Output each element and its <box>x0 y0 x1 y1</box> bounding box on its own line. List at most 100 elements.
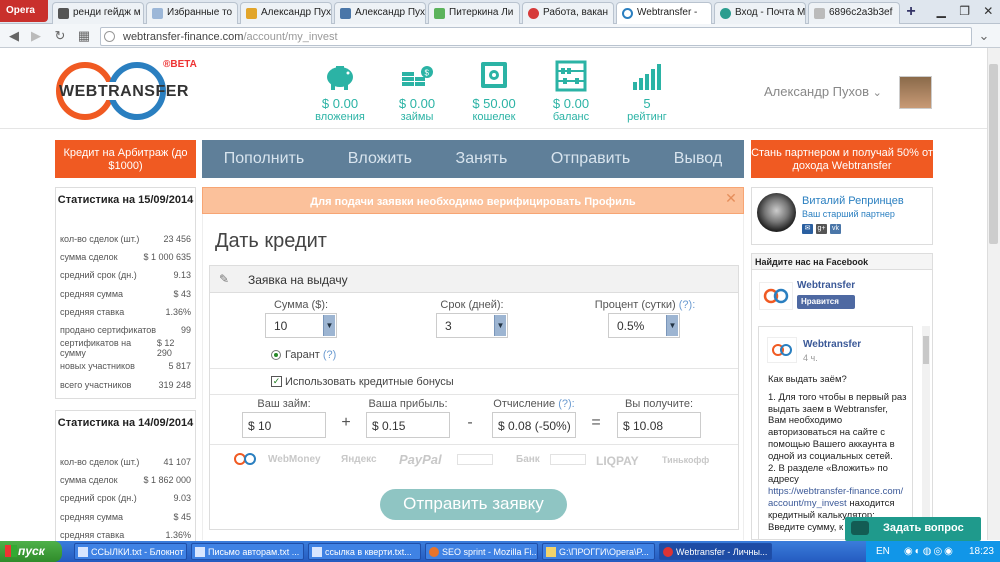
credit-arbitrage-button[interactable]: Кредит на Арбитраж (до $1000) <box>55 140 196 178</box>
page-scrollbar-thumb[interactable] <box>989 64 998 244</box>
stat-rating[interactable]: 5 рейтинг <box>607 60 687 123</box>
fb-like-button[interactable]: Нравится <box>797 295 855 309</box>
browser-tab-active[interactable]: Webtransfer - <box>616 2 712 24</box>
post-author[interactable]: Webtransfer <box>803 339 861 350</box>
browser-tab[interactable]: Избранные то <box>146 2 238 24</box>
guarantee-radio[interactable] <box>271 350 281 360</box>
nav-deposit[interactable]: Пополнить <box>224 150 304 168</box>
sum-label: Сумма ($): <box>273 299 329 311</box>
browser-tab[interactable]: Александр Пух <box>334 2 426 24</box>
close-icon[interactable]: ✕ <box>724 191 738 205</box>
stats-row: средняя сумма $ 45 <box>60 511 191 522</box>
stats-title: Статистика на 14/09/2014 <box>57 417 194 429</box>
nav-send[interactable]: Отправить <box>551 150 630 168</box>
coins-stack-icon: $ <box>399 60 435 92</box>
partner-role: Ваш старший партнер <box>802 209 895 219</box>
profit-field[interactable]: $ 0.15 <box>366 412 450 438</box>
percent-select[interactable]: 0.5% ▼ <box>608 313 680 338</box>
help-link[interactable]: (?) <box>323 349 336 361</box>
address-bar[interactable]: webtransfer-finance.com/account/my_inves… <box>100 27 972 46</box>
abacus-icon <box>553 60 589 92</box>
site-info-icon[interactable] <box>104 31 115 42</box>
taskbar-item[interactable]: ссылка в кверти.txt... <box>308 543 421 560</box>
svg-text:$: $ <box>425 69 430 78</box>
tab-favicon-icon <box>434 8 445 19</box>
bank-logo: Банк <box>516 454 540 465</box>
liqpay-logo: LIQPAY <box>596 454 639 468</box>
stats-row: средний срок (дн.) 9.13 <box>60 270 191 281</box>
receive-field[interactable]: $ 10.08 <box>617 412 701 438</box>
opera-icon <box>663 547 673 557</box>
speed-dial-icon[interactable]: ▦ <box>76 28 92 44</box>
loan-amount-field[interactable]: $ 10 <box>242 412 326 438</box>
partner-name[interactable]: Виталий Репринцев <box>802 195 904 207</box>
header-divider <box>0 128 987 129</box>
dropdown-icon[interactable]: ⌄ <box>976 28 992 44</box>
webtransfer-pay-icon <box>233 452 257 466</box>
bonus-checkbox[interactable]: ✓ <box>271 376 282 387</box>
reload-icon[interactable]: ↻ <box>52 28 68 44</box>
new-tab-button[interactable]: + <box>902 4 920 22</box>
webtransfer-page-icon[interactable] <box>759 282 793 310</box>
deduction-field[interactable]: $ 0.08 (-50%) <box>492 412 576 438</box>
fb-scrollbar-thumb[interactable] <box>923 336 929 364</box>
nav-withdraw[interactable]: Вывод <box>674 150 722 168</box>
post-time[interactable]: 4 ч. <box>803 353 818 363</box>
yandex-logo: Яндекс <box>341 454 377 465</box>
partner-avatar[interactable] <box>757 193 796 232</box>
term-select[interactable]: 3 ▼ <box>436 313 508 338</box>
post-author-avatar-icon[interactable] <box>767 337 797 363</box>
nav-invest[interactable]: Вложить <box>348 150 412 168</box>
stats-row: новых участников 5 817 <box>60 361 191 372</box>
opera-menu-button[interactable]: Opera <box>0 0 48 22</box>
profit-label: Ваша прибыль: <box>368 398 448 410</box>
plus-sign: + <box>341 414 351 431</box>
beta-badge: ®BETA <box>163 59 197 70</box>
vk-icon[interactable]: vk <box>830 224 841 234</box>
browser-tab[interactable]: Вход - Почта М <box>714 2 806 24</box>
maximize-icon[interactable]: ❐ <box>959 4 970 18</box>
windows-logo-icon <box>5 545 17 557</box>
stat-wallet[interactable]: $ 50.00 кошелек <box>454 60 534 123</box>
language-indicator[interactable]: EN <box>876 546 890 557</box>
user-menu[interactable]: Александр Пухов ⌄ <box>764 84 882 99</box>
stat-loans[interactable]: $ $ 0.00 займы <box>377 60 457 123</box>
tray-icons[interactable]: ◉◐◍◎◉ <box>904 546 955 557</box>
tab-favicon-icon <box>58 8 69 19</box>
browser-tab[interactable]: 6896c2a3b3ef <box>808 2 900 24</box>
browser-tab[interactable]: Питеркина Ли <box>428 2 520 24</box>
help-link[interactable]: (?): <box>679 299 696 311</box>
mail-icon[interactable]: ✉ <box>802 224 813 234</box>
minimize-icon[interactable]: ▁ <box>937 4 946 18</box>
stat-balance[interactable]: $ 0.00 баланс <box>531 60 611 123</box>
rating-chart-icon <box>629 60 665 92</box>
stats-block-today: Статистика на 15/09/2014 кол-во сделок (… <box>55 187 196 399</box>
browser-tab[interactable]: Работа, вакан <box>522 2 614 24</box>
main-nav: Пополнить Вложить Занять Отправить Вывод <box>202 140 744 178</box>
google-plus-icon[interactable]: g+ <box>816 224 827 234</box>
fb-page-name[interactable]: Webtransfer <box>797 280 855 291</box>
tab-favicon-icon <box>152 8 163 19</box>
taskbar-item[interactable]: ССЫЛКИ.txt - Блокнот <box>74 543 187 560</box>
browser-tab[interactable]: Александр Пух <box>240 2 332 24</box>
avatar[interactable] <box>899 76 932 109</box>
sum-select[interactable]: 10 ▼ <box>265 313 337 338</box>
help-link[interactable]: (?): <box>558 398 575 410</box>
browser-tab[interactable]: ренди гейдж м <box>52 2 144 24</box>
partner-promo-button[interactable]: Стань партнером и получай 50% от дохода … <box>751 140 933 178</box>
stats-row: средний срок (дн.) 9.03 <box>60 493 191 504</box>
submit-request-button[interactable]: Отправить заявку <box>380 489 567 520</box>
stats-title: Статистика на 15/09/2014 <box>57 194 194 206</box>
stat-deposits[interactable]: $ 0.00 вложения <box>300 60 380 123</box>
verification-alert: Для подачи заявки необходимо верифициров… <box>202 187 744 214</box>
tab-favicon-icon <box>246 8 257 19</box>
close-icon[interactable]: ✕ <box>983 4 993 18</box>
forward-icon[interactable]: ▶ <box>28 28 44 44</box>
clock[interactable]: 18:23 <box>969 546 994 557</box>
back-icon[interactable]: ◀ <box>6 28 22 44</box>
taskbar-item-active[interactable]: Webtransfer - Личны... <box>659 543 772 560</box>
taskbar-item[interactable]: Письмо авторам.txt ... <box>191 543 304 560</box>
taskbar-item[interactable]: SEO sprint - Mozilla Fi... <box>425 543 538 560</box>
taskbar-item[interactable]: G:\ПРОГГИ\Opera\P... <box>542 543 655 560</box>
nav-borrow[interactable]: Занять <box>456 150 508 168</box>
